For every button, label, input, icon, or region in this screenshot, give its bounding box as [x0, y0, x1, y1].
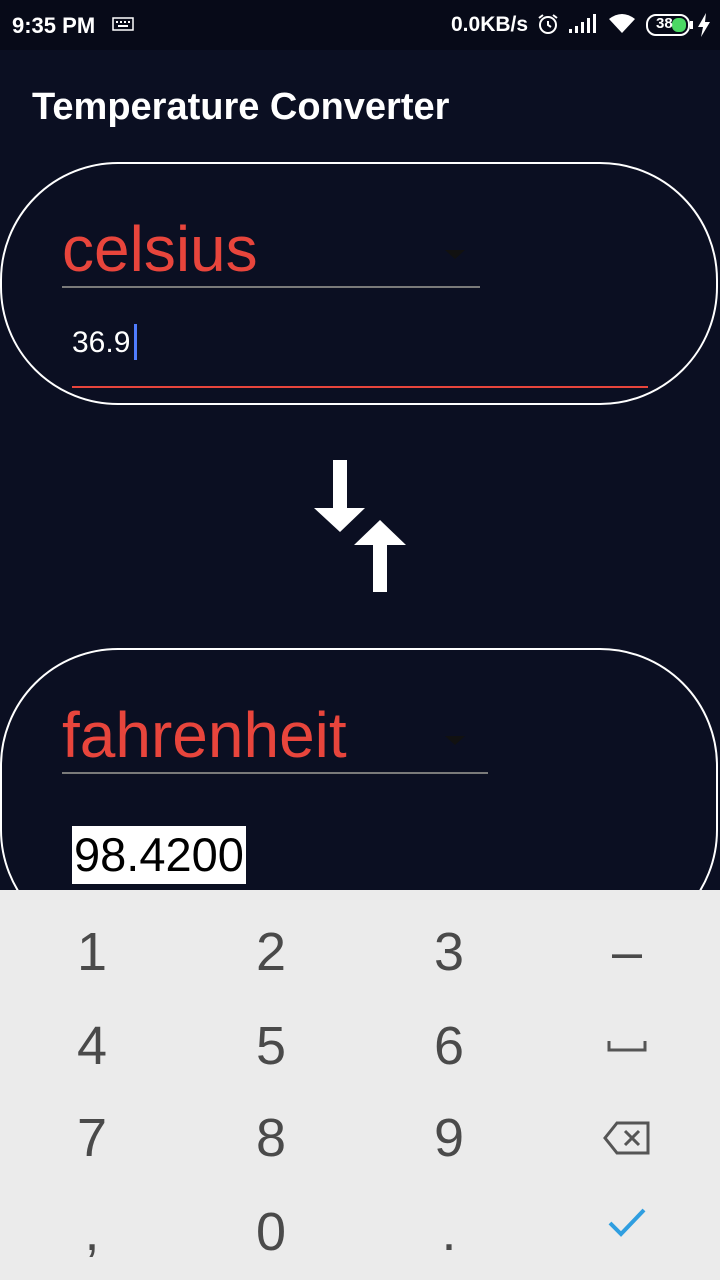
celsius-input[interactable]: 36.9: [72, 322, 648, 388]
space-icon: [607, 1041, 647, 1052]
key-2[interactable]: 2: [181, 906, 361, 998]
key-5[interactable]: 5: [181, 1000, 361, 1092]
key-9[interactable]: 9: [359, 1092, 539, 1184]
keyboard-icon: [112, 17, 134, 36]
status-bar: 9:35 PM 0.0KB/s 38: [0, 0, 720, 50]
app-title: Temperature Converter: [32, 86, 450, 128]
key-backspace[interactable]: [537, 1092, 717, 1184]
status-time: 9:35 PM: [12, 13, 96, 38]
key-1[interactable]: 1: [2, 906, 182, 998]
chevron-down-icon: [445, 250, 465, 259]
signal-icon: [568, 14, 598, 39]
key-period[interactable]: .: [359, 1186, 539, 1278]
fahrenheit-result: 98.4200: [72, 826, 246, 884]
from-unit-select[interactable]: celsius: [62, 162, 480, 288]
key-8[interactable]: 8: [181, 1092, 361, 1184]
key-6[interactable]: 6: [359, 1000, 539, 1092]
text-cursor: [134, 324, 137, 360]
backspace-icon: [603, 1121, 650, 1155]
battery-level: 38: [656, 15, 673, 32]
network-speed: 0.0KB/s: [451, 13, 529, 36]
to-unit-select[interactable]: fahrenheit: [62, 648, 488, 774]
chevron-down-icon: [445, 736, 465, 745]
charging-icon: [697, 13, 711, 42]
to-unit-label: fahrenheit: [62, 699, 347, 771]
alarm-icon: [536, 12, 560, 41]
swap-arrows-icon[interactable]: [310, 458, 410, 603]
key-comma[interactable]: ,: [2, 1186, 182, 1278]
celsius-input-value: 36.9: [72, 326, 131, 359]
key-0[interactable]: 0: [181, 1186, 361, 1278]
checkmark-icon: [608, 1208, 646, 1237]
key-3[interactable]: 3: [359, 906, 539, 998]
wifi-icon: [608, 13, 636, 40]
numeric-keyboard: 1 2 3 – 4 5 6 7 8 9 , 0 .: [0, 890, 720, 1280]
key-space[interactable]: [537, 1000, 717, 1092]
key-done[interactable]: [537, 1176, 717, 1268]
key-7[interactable]: 7: [2, 1092, 182, 1184]
from-unit-label: celsius: [62, 213, 258, 285]
key-minus[interactable]: –: [537, 906, 717, 998]
key-4[interactable]: 4: [2, 1000, 182, 1092]
